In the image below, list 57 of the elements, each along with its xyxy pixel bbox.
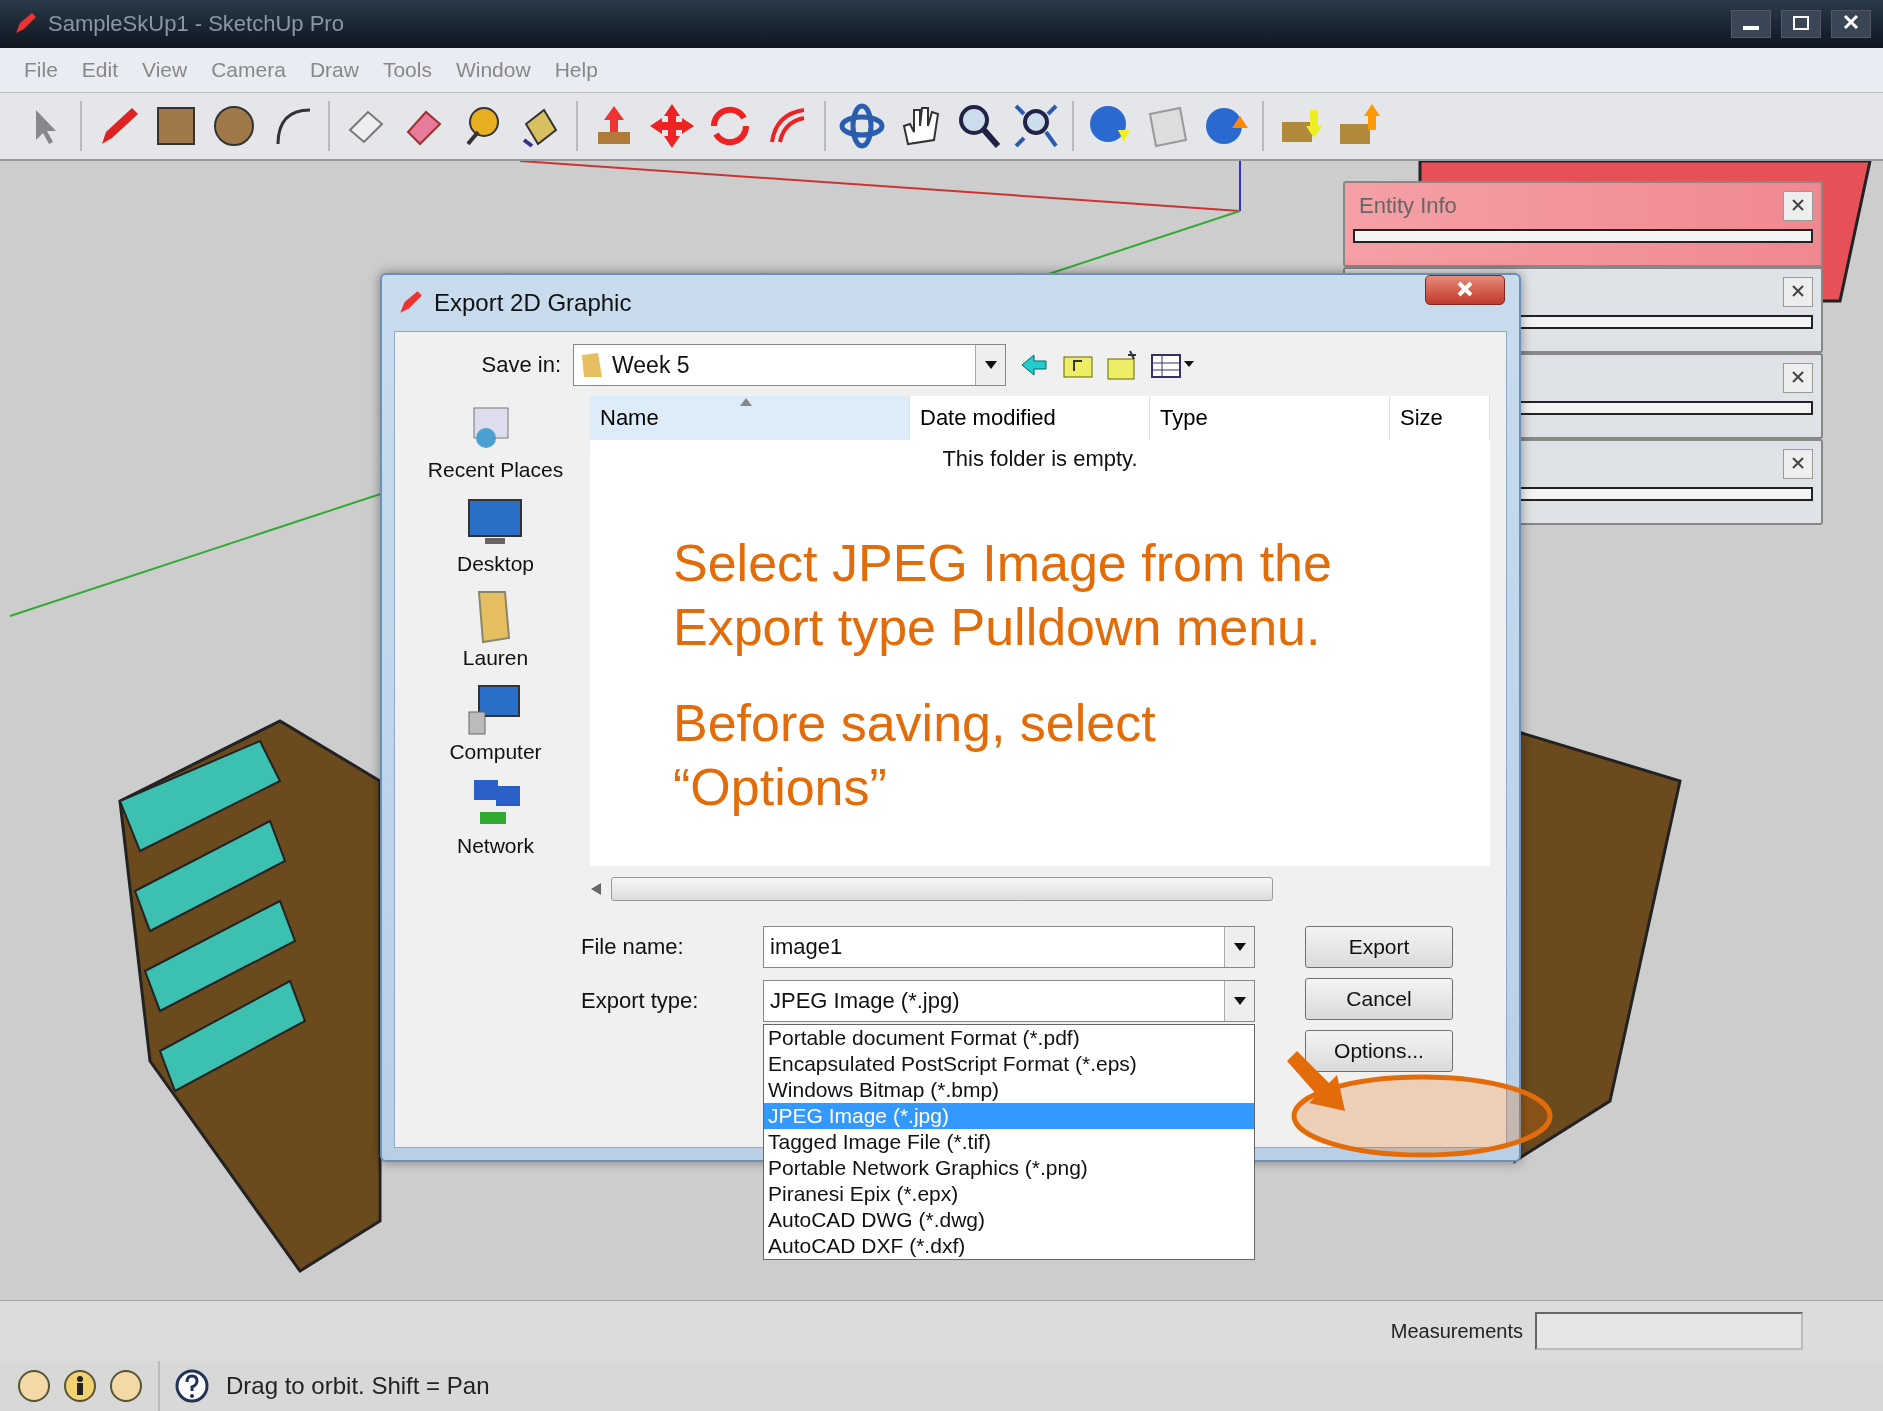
place-item[interactable]: Desktop (456, 494, 534, 576)
place-item[interactable]: Recent Places (427, 400, 564, 482)
file-name-label: File name: (581, 934, 685, 960)
export-type-label: Export type: (581, 988, 700, 1014)
place-label: Desktop (456, 552, 534, 576)
place-label: Recent Places (427, 458, 564, 482)
scrollbar-thumb[interactable] (611, 877, 1273, 901)
dialog-button[interactable]: Options... (1305, 1030, 1453, 1072)
export-type-dropdown[interactable]: JPEG Image (*.jpg) (763, 980, 1255, 1022)
place-item[interactable]: Lauren (462, 588, 529, 670)
place-label: Lauren (462, 646, 529, 670)
folder-icon (580, 351, 604, 379)
tray-close-button[interactable] (1783, 363, 1813, 393)
close-icon (1792, 199, 1804, 211)
close-icon (1792, 371, 1804, 383)
place-item[interactable]: Computer (449, 682, 542, 764)
column-header[interactable]: Name (590, 396, 910, 440)
status-hint: Drag to orbit. Shift = Pan (226, 1372, 490, 1400)
credits-icon[interactable] (62, 1368, 98, 1404)
dialog-close-button[interactable] (1425, 275, 1505, 305)
tray-title: Entity Info (1359, 193, 1457, 219)
annotation-text: Before saving, select “Options” (673, 693, 1156, 818)
geo-location-icon[interactable] (16, 1368, 52, 1404)
annotation-text: Select JPEG Image from the Export type Pulldown menu. (673, 533, 1332, 658)
place-item[interactable]: Network (457, 776, 534, 858)
close-icon (1792, 285, 1804, 297)
caret-icon (1233, 997, 1246, 1005)
dialog-button[interactable]: Cancel (1305, 978, 1453, 1020)
new-folder-icon[interactable] (1106, 349, 1138, 381)
minimize-button[interactable] (1731, 10, 1771, 38)
file-name-field[interactable]: image1 (763, 926, 1255, 968)
dialog-title: Export 2D Graphic (434, 289, 633, 317)
scroll-left-icon[interactable] (591, 883, 601, 895)
save-in-label: Save in: (480, 352, 561, 378)
close-icon (1843, 13, 1859, 30)
maximize-button[interactable] (1781, 10, 1821, 38)
tray-close-button[interactable] (1783, 191, 1813, 221)
close-button[interactable] (1831, 10, 1871, 38)
caret-icon (1233, 943, 1246, 951)
measurements-label: Measurements (1390, 1319, 1523, 1343)
place-label: Computer (449, 740, 542, 764)
empty-folder-message: This folder is empty. (942, 446, 1138, 472)
place-label: Network (457, 834, 534, 858)
measurements-field[interactable] (1535, 1312, 1803, 1350)
caret-icon (984, 361, 997, 369)
save-in-dropdown[interactable]: Week 5 (573, 344, 1006, 386)
minimize-icon (1743, 25, 1759, 30)
user-icon[interactable] (108, 1368, 144, 1404)
tray-close-button[interactable] (1783, 449, 1813, 479)
close-icon (1457, 280, 1473, 297)
close-icon (1792, 457, 1804, 469)
help-icon[interactable] (174, 1368, 210, 1404)
tray-close-button[interactable] (1783, 277, 1813, 307)
dialog-button[interactable]: Export (1305, 926, 1453, 968)
maximize-icon (1793, 15, 1809, 30)
window-title: SampleSkUp1 - SketchUp Pro (48, 11, 345, 37)
sort-caret-icon (740, 398, 752, 406)
